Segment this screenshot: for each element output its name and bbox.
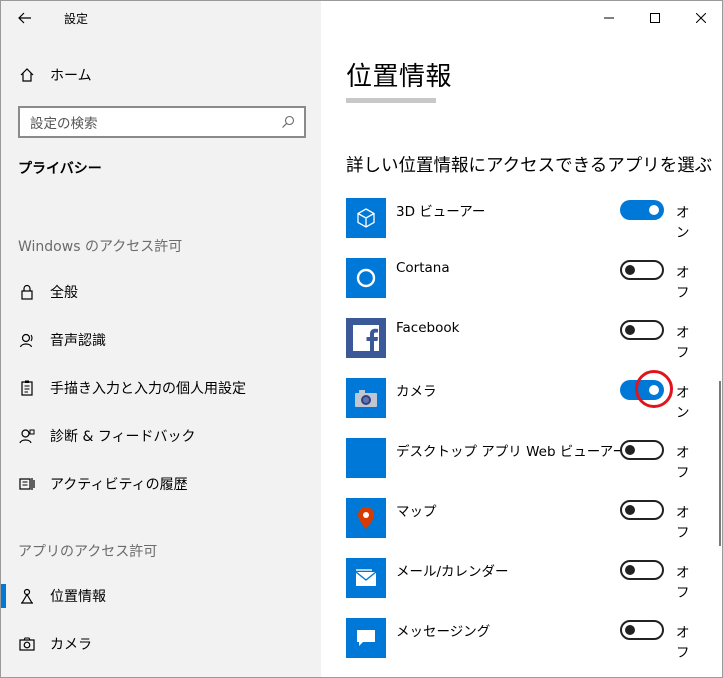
maximize-button[interactable] — [632, 1, 678, 35]
toggle-state-label: オフ — [676, 505, 690, 541]
toggle-state-label: オフ — [676, 625, 690, 661]
nav-item-camera[interactable]: カメラ — [1, 624, 321, 664]
app-row-messaging: メッセージング オフ — [346, 618, 701, 668]
nav-item-activity[interactable]: アクティビティの履歴 — [1, 464, 321, 504]
nav-item-label: 手描き入力と入力の個人用設定 — [50, 381, 246, 397]
location-icon — [18, 587, 36, 605]
page-title: 位置情報 — [346, 62, 453, 92]
location-toggle-cortana[interactable] — [620, 260, 664, 280]
close-button[interactable] — [678, 1, 722, 35]
toggle-knob — [649, 205, 659, 215]
sidebar: 設定 ホーム 設定の検索 プライバシー Windows のアクセス許可 全般 音… — [1, 1, 321, 677]
app-name: Cortana — [396, 260, 450, 276]
blank-tile — [346, 438, 386, 478]
app-row-desktop-web-viewer: デスクトップ アプリ Web ビューアー オフ — [346, 438, 701, 488]
app-title: 設定 — [64, 12, 89, 26]
message-icon — [346, 618, 386, 658]
back-arrow-icon — [18, 12, 31, 24]
minimize-button[interactable] — [586, 1, 632, 35]
inking-icon — [18, 379, 36, 397]
location-toggle-desktop-web-viewer[interactable] — [620, 440, 664, 460]
location-toggle-3d-viewer[interactable] — [620, 200, 664, 220]
scrollbar-thumb[interactable] — [719, 381, 721, 546]
app-name: カメラ — [396, 384, 437, 400]
speech-icon — [18, 331, 36, 349]
nav-home[interactable]: ホーム — [1, 59, 321, 91]
nav-item-location[interactable]: 位置情報 — [1, 576, 321, 616]
app-row-camera: カメラ オン — [346, 370, 701, 428]
nav-item-label: アクティビティの履歴 — [50, 477, 188, 493]
toggle-state-label: オフ — [676, 565, 690, 601]
settings-window: 設定 ホーム 設定の検索 プライバシー Windows のアクセス許可 全般 音… — [0, 0, 723, 678]
app-name: デスクトップ アプリ Web ビューアー — [396, 444, 626, 460]
app-name: 3D ビューアー — [396, 204, 486, 220]
toggle-knob — [625, 625, 635, 635]
toggle-knob — [625, 565, 635, 575]
toggle-knob — [625, 445, 635, 455]
toggle-knob — [625, 505, 635, 515]
group-header-windows: Windows のアクセス許可 — [18, 239, 183, 255]
location-toggle-messaging[interactable] — [620, 620, 664, 640]
minimize-icon — [604, 17, 614, 19]
toggle-state-label: オフ — [676, 325, 690, 361]
home-label: ホーム — [50, 68, 92, 84]
nav-item-label: 位置情報 — [50, 589, 106, 605]
nav-item-label: 診断 & フィードバック — [50, 429, 196, 445]
app-row-facebook: Facebook オフ — [346, 318, 701, 368]
cortana-circle-icon — [346, 258, 386, 298]
location-toggle-maps[interactable] — [620, 500, 664, 520]
toggle-state-label: オフ — [676, 265, 690, 301]
nav-item-general[interactable]: 全般 — [1, 272, 321, 312]
window-controls — [586, 1, 722, 35]
home-icon — [18, 66, 36, 84]
toggle-knob — [625, 325, 635, 335]
back-button[interactable] — [11, 7, 39, 29]
mail-icon — [346, 558, 386, 598]
app-row-mail-calendar: メール/カレンダー オフ — [346, 558, 701, 608]
camera-icon — [18, 635, 36, 653]
section-title: プライバシー — [18, 161, 102, 177]
app-row-maps: マップ オフ — [346, 498, 701, 548]
app-name: メール/カレンダー — [396, 564, 509, 580]
toggle-state-label: オン — [676, 385, 690, 421]
search-input[interactable]: 設定の検索 — [20, 112, 276, 132]
app-row-3d-viewer: 3D ビューアー オン — [346, 198, 701, 248]
search-box[interactable]: 設定の検索 — [18, 106, 306, 138]
location-toggle-mail-calendar[interactable] — [620, 560, 664, 580]
camera-icon — [346, 378, 386, 418]
title-underline — [346, 98, 436, 103]
app-row-cortana: Cortana オフ — [346, 258, 701, 308]
nav-item-feedback[interactable]: 診断 & フィードバック — [1, 416, 321, 456]
toggle-state-label: オン — [676, 205, 690, 241]
nav-item-label: カメラ — [50, 637, 92, 653]
location-toggle-facebook[interactable] — [620, 320, 664, 340]
main-panel: 位置情報 詳しい位置情報にアクセスできるアプリを選ぶ 3D ビューアー オン C… — [321, 1, 722, 677]
nav-item-label: 音声認識 — [50, 333, 106, 349]
map-pin-icon — [346, 498, 386, 538]
nav-item-speech[interactable]: 音声認識 — [1, 320, 321, 360]
toggle-knob — [649, 385, 659, 395]
search-icon[interactable] — [276, 110, 300, 134]
app-name: Facebook — [396, 320, 460, 336]
nav-item-label: 全般 — [50, 285, 78, 301]
nav-item-inking[interactable]: 手描き入力と入力の個人用設定 — [1, 368, 321, 408]
lock-icon — [18, 283, 36, 301]
toggle-knob — [625, 265, 635, 275]
activity-icon — [18, 475, 36, 493]
location-toggle-camera[interactable] — [620, 370, 673, 408]
app-name: メッセージング — [396, 624, 491, 640]
cube-icon — [346, 198, 386, 238]
app-name: マップ — [396, 504, 437, 520]
facebook-icon — [346, 318, 386, 358]
maximize-icon — [650, 13, 660, 23]
subheading: 詳しい位置情報にアクセスできるアプリを選ぶ — [346, 156, 713, 176]
feedback-icon — [18, 427, 36, 445]
group-header-apps: アプリのアクセス許可 — [18, 544, 158, 560]
close-icon — [696, 13, 706, 23]
title-bar: 設定 — [1, 1, 321, 35]
toggle-state-label: オフ — [676, 445, 690, 481]
